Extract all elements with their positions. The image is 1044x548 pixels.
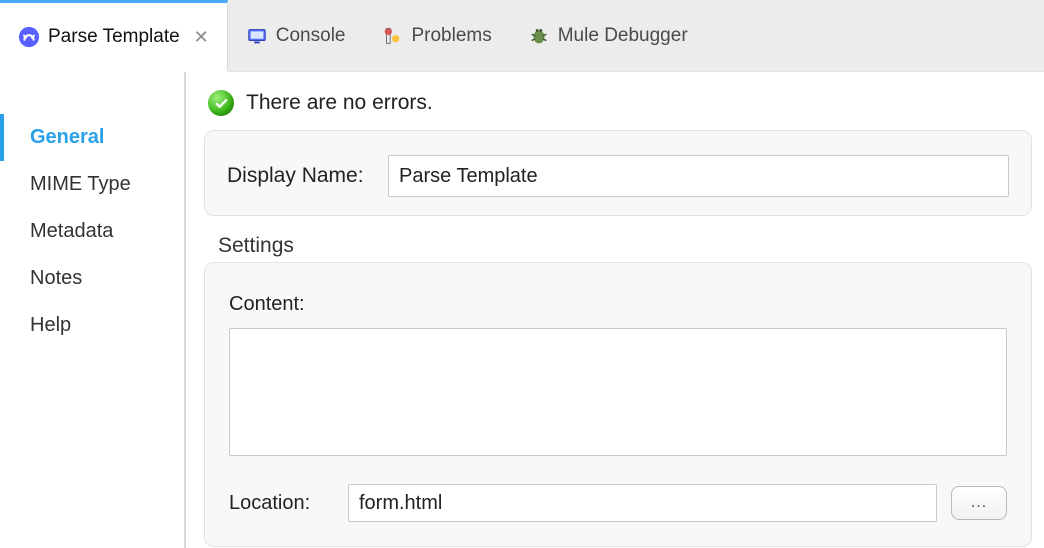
settings-panel: Content: Location: ...: [204, 262, 1032, 547]
tab-label: Mule Debugger: [558, 25, 688, 47]
sidebar-item-label: MIME Type: [30, 173, 131, 195]
sidebar-item-general[interactable]: General: [0, 114, 184, 161]
tab-label: Parse Template: [48, 26, 180, 48]
location-input[interactable]: [348, 484, 937, 522]
sidebar-item-metadata[interactable]: Metadata: [0, 208, 184, 255]
sidebar-item-label: Metadata: [30, 220, 113, 242]
tab-strip: Parse Template ✕ Console Problems: [0, 0, 1044, 72]
display-name-panel: Display Name:: [204, 130, 1032, 216]
problems-icon: [381, 25, 403, 47]
tab-console[interactable]: Console: [228, 0, 364, 71]
console-icon: [246, 25, 268, 47]
sidebar-item-label: Notes: [30, 267, 82, 289]
location-label: Location:: [229, 492, 334, 515]
browse-button[interactable]: ...: [951, 486, 1007, 520]
close-icon[interactable]: ✕: [194, 27, 209, 48]
sidebar-item-mime-type[interactable]: MIME Type: [0, 161, 184, 208]
display-name-input[interactable]: [388, 155, 1009, 197]
content-label: Content:: [229, 293, 1007, 316]
tab-label: Problems: [411, 25, 491, 47]
sidebar-item-help[interactable]: Help: [0, 302, 184, 349]
tab-mule-debugger[interactable]: Mule Debugger: [510, 0, 706, 71]
content-textarea[interactable]: [229, 328, 1007, 456]
main-panel: There are no errors. Display Name: Setti…: [186, 72, 1044, 548]
sidebar: General MIME Type Metadata Notes Help: [0, 72, 186, 548]
tab-label: Console: [276, 25, 346, 47]
sidebar-item-label: Help: [30, 314, 71, 336]
status-message: There are no errors.: [246, 91, 433, 115]
display-name-label: Display Name:: [227, 164, 372, 188]
status-bar: There are no errors.: [204, 88, 1032, 130]
parse-template-icon: [18, 26, 40, 48]
sidebar-item-label: General: [30, 126, 104, 148]
settings-title: Settings: [218, 234, 1032, 258]
mule-debugger-icon: [528, 25, 550, 47]
tab-problems[interactable]: Problems: [363, 0, 509, 71]
success-icon: [208, 90, 234, 116]
tab-parse-template[interactable]: Parse Template ✕: [0, 0, 228, 71]
sidebar-item-notes[interactable]: Notes: [0, 255, 184, 302]
